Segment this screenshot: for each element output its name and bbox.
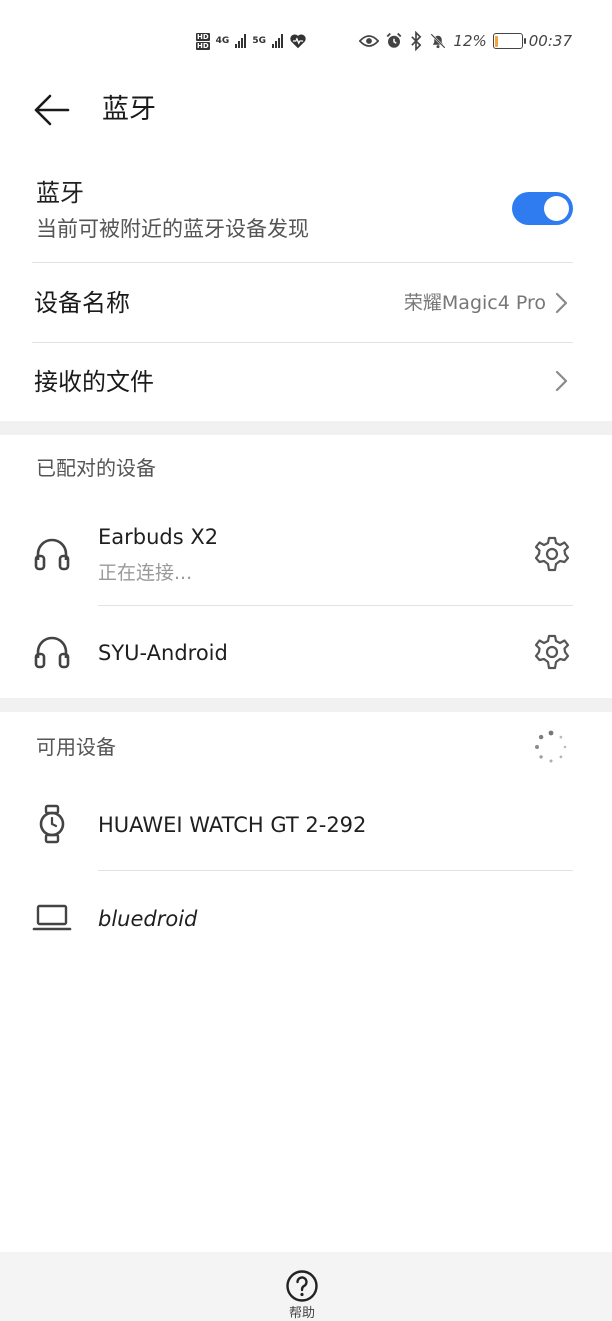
network-indicators: HD HD 4G 5G bbox=[196, 30, 307, 52]
signal-5g-label: 5G bbox=[252, 36, 266, 46]
paired-devices-title: 已配对的设备 bbox=[36, 456, 156, 480]
device-name-label: 设备名称 bbox=[34, 289, 130, 317]
signal-4g-label: 4G bbox=[215, 36, 230, 46]
switch-knob bbox=[544, 196, 569, 221]
bluetooth-visibility-text: 当前可被附近的蓝牙设备发现 bbox=[36, 217, 309, 241]
back-arrow-icon bbox=[34, 94, 70, 126]
gear-icon[interactable] bbox=[533, 633, 571, 671]
battery-level-fill bbox=[495, 35, 499, 47]
chevron-right-icon bbox=[555, 292, 568, 314]
chevron-right-icon bbox=[555, 370, 568, 392]
help-label[interactable]: 帮助 bbox=[280, 1306, 324, 1321]
watch-icon bbox=[39, 804, 65, 844]
device-name-value: 荣耀Magic4 Pro bbox=[403, 292, 546, 314]
signal-strength-icon bbox=[235, 34, 247, 48]
available-devices-title: 可用设备 bbox=[36, 735, 116, 759]
divider bbox=[32, 262, 573, 263]
divider bbox=[98, 605, 573, 606]
device-name: bluedroid bbox=[98, 907, 198, 931]
status-indicators: 12% 00:37 bbox=[359, 30, 572, 52]
bluetooth-icon bbox=[411, 31, 422, 51]
alarm-icon bbox=[387, 32, 402, 48]
received-files-label: 接收的文件 bbox=[34, 368, 154, 396]
bluetooth-label: 蓝牙 bbox=[36, 179, 84, 207]
clock: 00:37 bbox=[528, 32, 572, 50]
section-separator bbox=[0, 698, 612, 712]
help-icon[interactable] bbox=[285, 1269, 319, 1303]
section-separator bbox=[0, 421, 612, 435]
device-name: HUAWEI WATCH GT 2-292 bbox=[98, 813, 367, 837]
bluetooth-switch[interactable] bbox=[512, 192, 573, 225]
gear-icon[interactable] bbox=[533, 535, 571, 573]
battery-icon bbox=[492, 33, 526, 49]
status-bar: HD HD 4G 5G 12% 00:37 bbox=[0, 0, 612, 84]
device-connection-status: 正在连接... bbox=[98, 562, 193, 584]
app-header: 蓝牙 bbox=[0, 84, 612, 136]
mute-icon bbox=[430, 33, 446, 49]
headset-icon bbox=[34, 636, 70, 669]
health-heart-icon bbox=[290, 34, 306, 49]
device-name: Earbuds X2 bbox=[98, 525, 219, 549]
divider bbox=[98, 870, 573, 871]
signal-strength-icon bbox=[271, 34, 283, 48]
headset-icon bbox=[34, 538, 70, 571]
page-title: 蓝牙 bbox=[102, 94, 156, 125]
divider bbox=[32, 342, 573, 343]
battery-percent: 12% bbox=[453, 32, 487, 50]
eye-icon bbox=[359, 35, 380, 47]
laptop-icon bbox=[32, 904, 72, 931]
loading-spinner-icon bbox=[535, 730, 567, 763]
device-name: SYU-Android bbox=[98, 641, 228, 665]
hd-voice-icon: HD HD bbox=[196, 32, 210, 50]
back-button[interactable] bbox=[30, 90, 72, 130]
